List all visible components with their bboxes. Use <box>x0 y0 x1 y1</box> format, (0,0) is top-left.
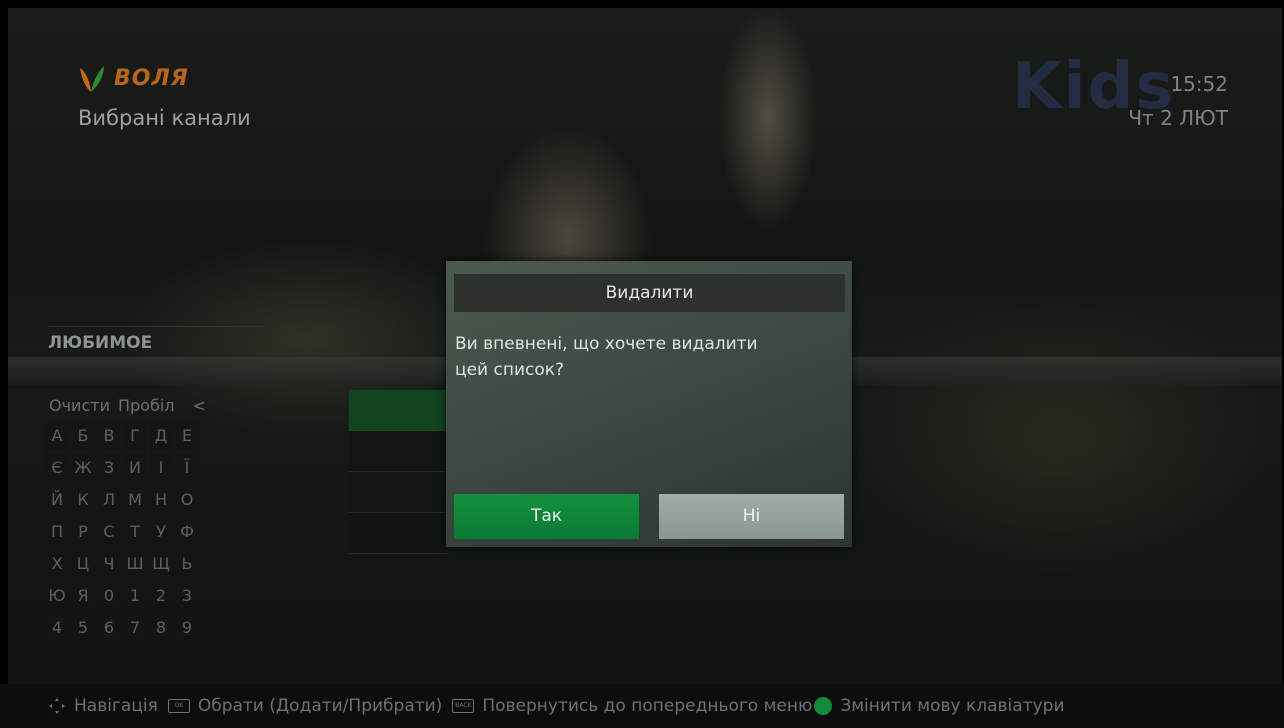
keyboard-key[interactable]: Т <box>123 517 147 547</box>
keyboard-key[interactable]: 0 <box>97 581 121 611</box>
clock: 15:52 <box>1170 72 1228 96</box>
keyboard-key[interactable]: К <box>71 485 95 515</box>
channel-results-list <box>349 390 449 554</box>
keyboard-key[interactable]: Ь <box>175 549 199 579</box>
keyboard-key[interactable]: 7 <box>123 613 147 643</box>
ok-button-icon: OK <box>167 699 190 713</box>
keyboard-key[interactable]: Ц <box>71 549 95 579</box>
keyboard-key[interactable]: С <box>97 517 121 547</box>
keyboard-key[interactable]: 5 <box>71 613 95 643</box>
keyboard-actions: Очисти Пробіл < <box>47 394 208 417</box>
backspace-key[interactable]: < <box>190 394 207 417</box>
keyboard-key[interactable]: В <box>97 421 121 451</box>
date: Чт 2 ЛЮТ <box>1128 106 1228 130</box>
keyboard-key[interactable]: И <box>123 453 147 483</box>
keyboard-key[interactable]: Щ <box>149 549 173 579</box>
keyboard-key[interactable]: 4 <box>45 613 69 643</box>
keyboard-key[interactable]: Й <box>45 485 69 515</box>
keyboard-key[interactable]: А <box>45 421 69 451</box>
keyboard-key[interactable]: Ї <box>175 453 199 483</box>
keyboard-key[interactable]: Я <box>71 581 95 611</box>
yes-button[interactable]: Так <box>454 494 639 539</box>
list-item-selected[interactable] <box>349 390 449 431</box>
back-hint-label: Повернутись до попереднього меню <box>482 696 813 716</box>
delete-confirm-dialog: Видалити Ви впевнені, що хочете видалити… <box>446 261 852 547</box>
keyboard-key[interactable]: Ш <box>123 549 147 579</box>
navigation-arrows-icon <box>49 698 65 714</box>
keyboard-key[interactable]: Ж <box>71 453 95 483</box>
green-hint-label: Змінити мову клавіатури <box>840 696 1065 716</box>
keyboard-key[interactable]: 3 <box>175 581 199 611</box>
keyboard-key[interactable]: Р <box>71 517 95 547</box>
keyboard-key[interactable]: Х <box>45 549 69 579</box>
keyboard-key[interactable]: Г <box>123 421 147 451</box>
keyboard-key[interactable]: 1 <box>123 581 147 611</box>
keyboard-key[interactable]: Ч <box>97 549 121 579</box>
keyboard-key[interactable]: Є <box>45 453 69 483</box>
keyboard-key[interactable]: П <box>45 517 69 547</box>
space-key[interactable]: Пробіл <box>116 394 177 417</box>
brand-logo: ВОЛЯ <box>76 62 189 94</box>
ok-hint-label: Обрати (Додати/Прибрати) <box>197 696 443 716</box>
keyboard-key[interactable]: Д <box>149 421 173 451</box>
keyboard-key[interactable]: М <box>123 485 147 515</box>
keyboard-key[interactable]: 9 <box>175 613 199 643</box>
no-button[interactable]: Ні <box>659 494 844 539</box>
favorites-list-title: ЛЮБИМОЕ <box>48 326 264 356</box>
list-item[interactable] <box>349 472 449 513</box>
keyboard-key[interactable]: 6 <box>97 613 121 643</box>
keyboard-key[interactable]: Е <box>175 421 199 451</box>
keyboard-key[interactable]: У <box>149 517 173 547</box>
keyboard-key[interactable]: Б <box>71 421 95 451</box>
brand-leaf-icon <box>80 66 104 92</box>
keyboard-key[interactable]: Ф <box>175 517 199 547</box>
keyboard-key[interactable]: О <box>175 485 199 515</box>
brand-text: ВОЛЯ <box>114 65 189 91</box>
list-item[interactable] <box>349 513 449 554</box>
clear-key[interactable]: Очисти <box>47 394 112 417</box>
keyboard-key[interactable]: 2 <box>149 581 173 611</box>
list-item[interactable] <box>349 431 449 472</box>
keyboard-key[interactable]: Л <box>97 485 121 515</box>
dialog-message-line: Ви впевнені, що хочете видалити <box>455 334 758 354</box>
dialog-message: Ви впевнені, що хочете видалити цей спис… <box>455 331 815 383</box>
page-title: Вибрані канали <box>78 106 251 130</box>
keyboard-key[interactable]: З <box>97 453 121 483</box>
keyboard-key[interactable]: Ю <box>45 581 69 611</box>
keyboard-key[interactable]: Н <box>149 485 173 515</box>
keyboard-key[interactable]: 8 <box>149 613 173 643</box>
on-screen-keyboard: А Б В Г Д Е Є Ж З И І Ї Й К Л М Н О П Р … <box>45 421 199 643</box>
dialog-message-line: цей список? <box>455 360 565 380</box>
dialog-title: Видалити <box>454 274 845 312</box>
keyboard-key[interactable]: І <box>149 453 173 483</box>
footer-hints: Навігація OK Обрати (Додати/Прибрати) BA… <box>0 684 1284 728</box>
tv-screen: Kids ВОЛЯ Вибрані канали 15:52 Чт 2 ЛЮТ … <box>0 0 1284 728</box>
back-button-icon: BACK <box>452 699 475 713</box>
green-button-icon <box>814 697 833 715</box>
nav-hint-label: Навігація <box>74 696 158 716</box>
